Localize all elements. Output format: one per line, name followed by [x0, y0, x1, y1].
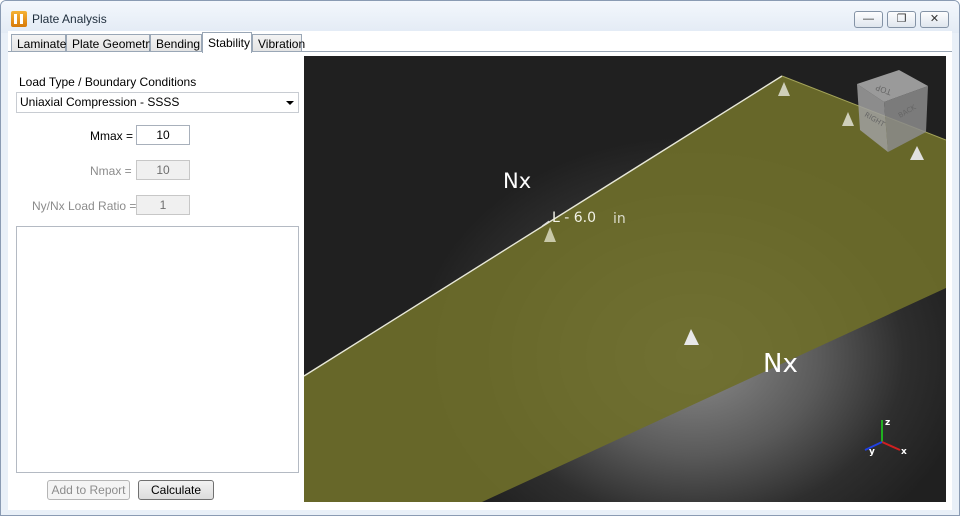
tab-laminate[interactable]: Laminate	[11, 34, 66, 52]
maximize-button[interactable]: ❐	[887, 11, 916, 28]
add-to-report-button: Add to Report	[47, 480, 130, 500]
mmax-input[interactable]: 10	[136, 125, 190, 145]
load-ratio-input: 1	[136, 195, 190, 215]
3d-viewport[interactable]: TOP RIGHT BACK z y x Nx Nx L - 6.0 in	[304, 56, 946, 502]
load-nx-bottom-label: Nx	[763, 349, 798, 379]
client-area: Laminate Plate Geometry Bending Stabilit…	[8, 31, 952, 510]
stability-tab-panel: Load Type / Boundary Conditions Uniaxial…	[8, 51, 952, 510]
mmax-label: Mmax =	[90, 129, 134, 143]
app-icon	[11, 11, 27, 27]
load-nx-top-label: Nx	[503, 169, 532, 193]
dimension-label: L - 6.0	[552, 210, 597, 226]
plate-analysis-window: Plate Analysis — ❐ ✕ Laminate Plate Geom…	[0, 0, 960, 516]
nmax-label: Nmax =	[90, 164, 132, 178]
y-axis-label: y	[869, 447, 875, 457]
calculate-button[interactable]: Calculate	[138, 480, 214, 500]
tab-vibration[interactable]: Vibration	[252, 34, 305, 52]
axis-triad-icon: z y x	[864, 418, 907, 457]
load-type-dropdown[interactable]: Uniaxial Compression - SSSS	[16, 92, 299, 113]
tab-stability[interactable]: Stability	[202, 32, 252, 53]
dropdown-arrow-icon[interactable]	[286, 101, 294, 105]
tab-plate-geometry[interactable]: Plate Geometry	[66, 34, 155, 52]
x-axis-label: x	[901, 447, 907, 457]
results-list[interactable]	[16, 226, 299, 473]
load-ratio-label: Ny/Nx Load Ratio =	[32, 199, 137, 213]
close-button[interactable]: ✕	[920, 11, 949, 28]
nmax-input: 10	[136, 160, 190, 180]
tab-bending[interactable]: Bending	[150, 34, 202, 52]
load-type-label: Load Type / Boundary Conditions	[19, 75, 197, 89]
window-title: Plate Analysis	[32, 12, 107, 26]
title-bar[interactable]: Plate Analysis — ❐ ✕	[1, 1, 959, 33]
z-axis-label: z	[885, 418, 890, 428]
dimension-unit: in	[613, 211, 626, 227]
minimize-button[interactable]: —	[854, 11, 883, 28]
load-type-value: Uniaxial Compression - SSSS	[20, 95, 180, 109]
plate-scene: TOP RIGHT BACK z y x	[304, 70, 946, 502]
plate-surface	[304, 76, 946, 502]
